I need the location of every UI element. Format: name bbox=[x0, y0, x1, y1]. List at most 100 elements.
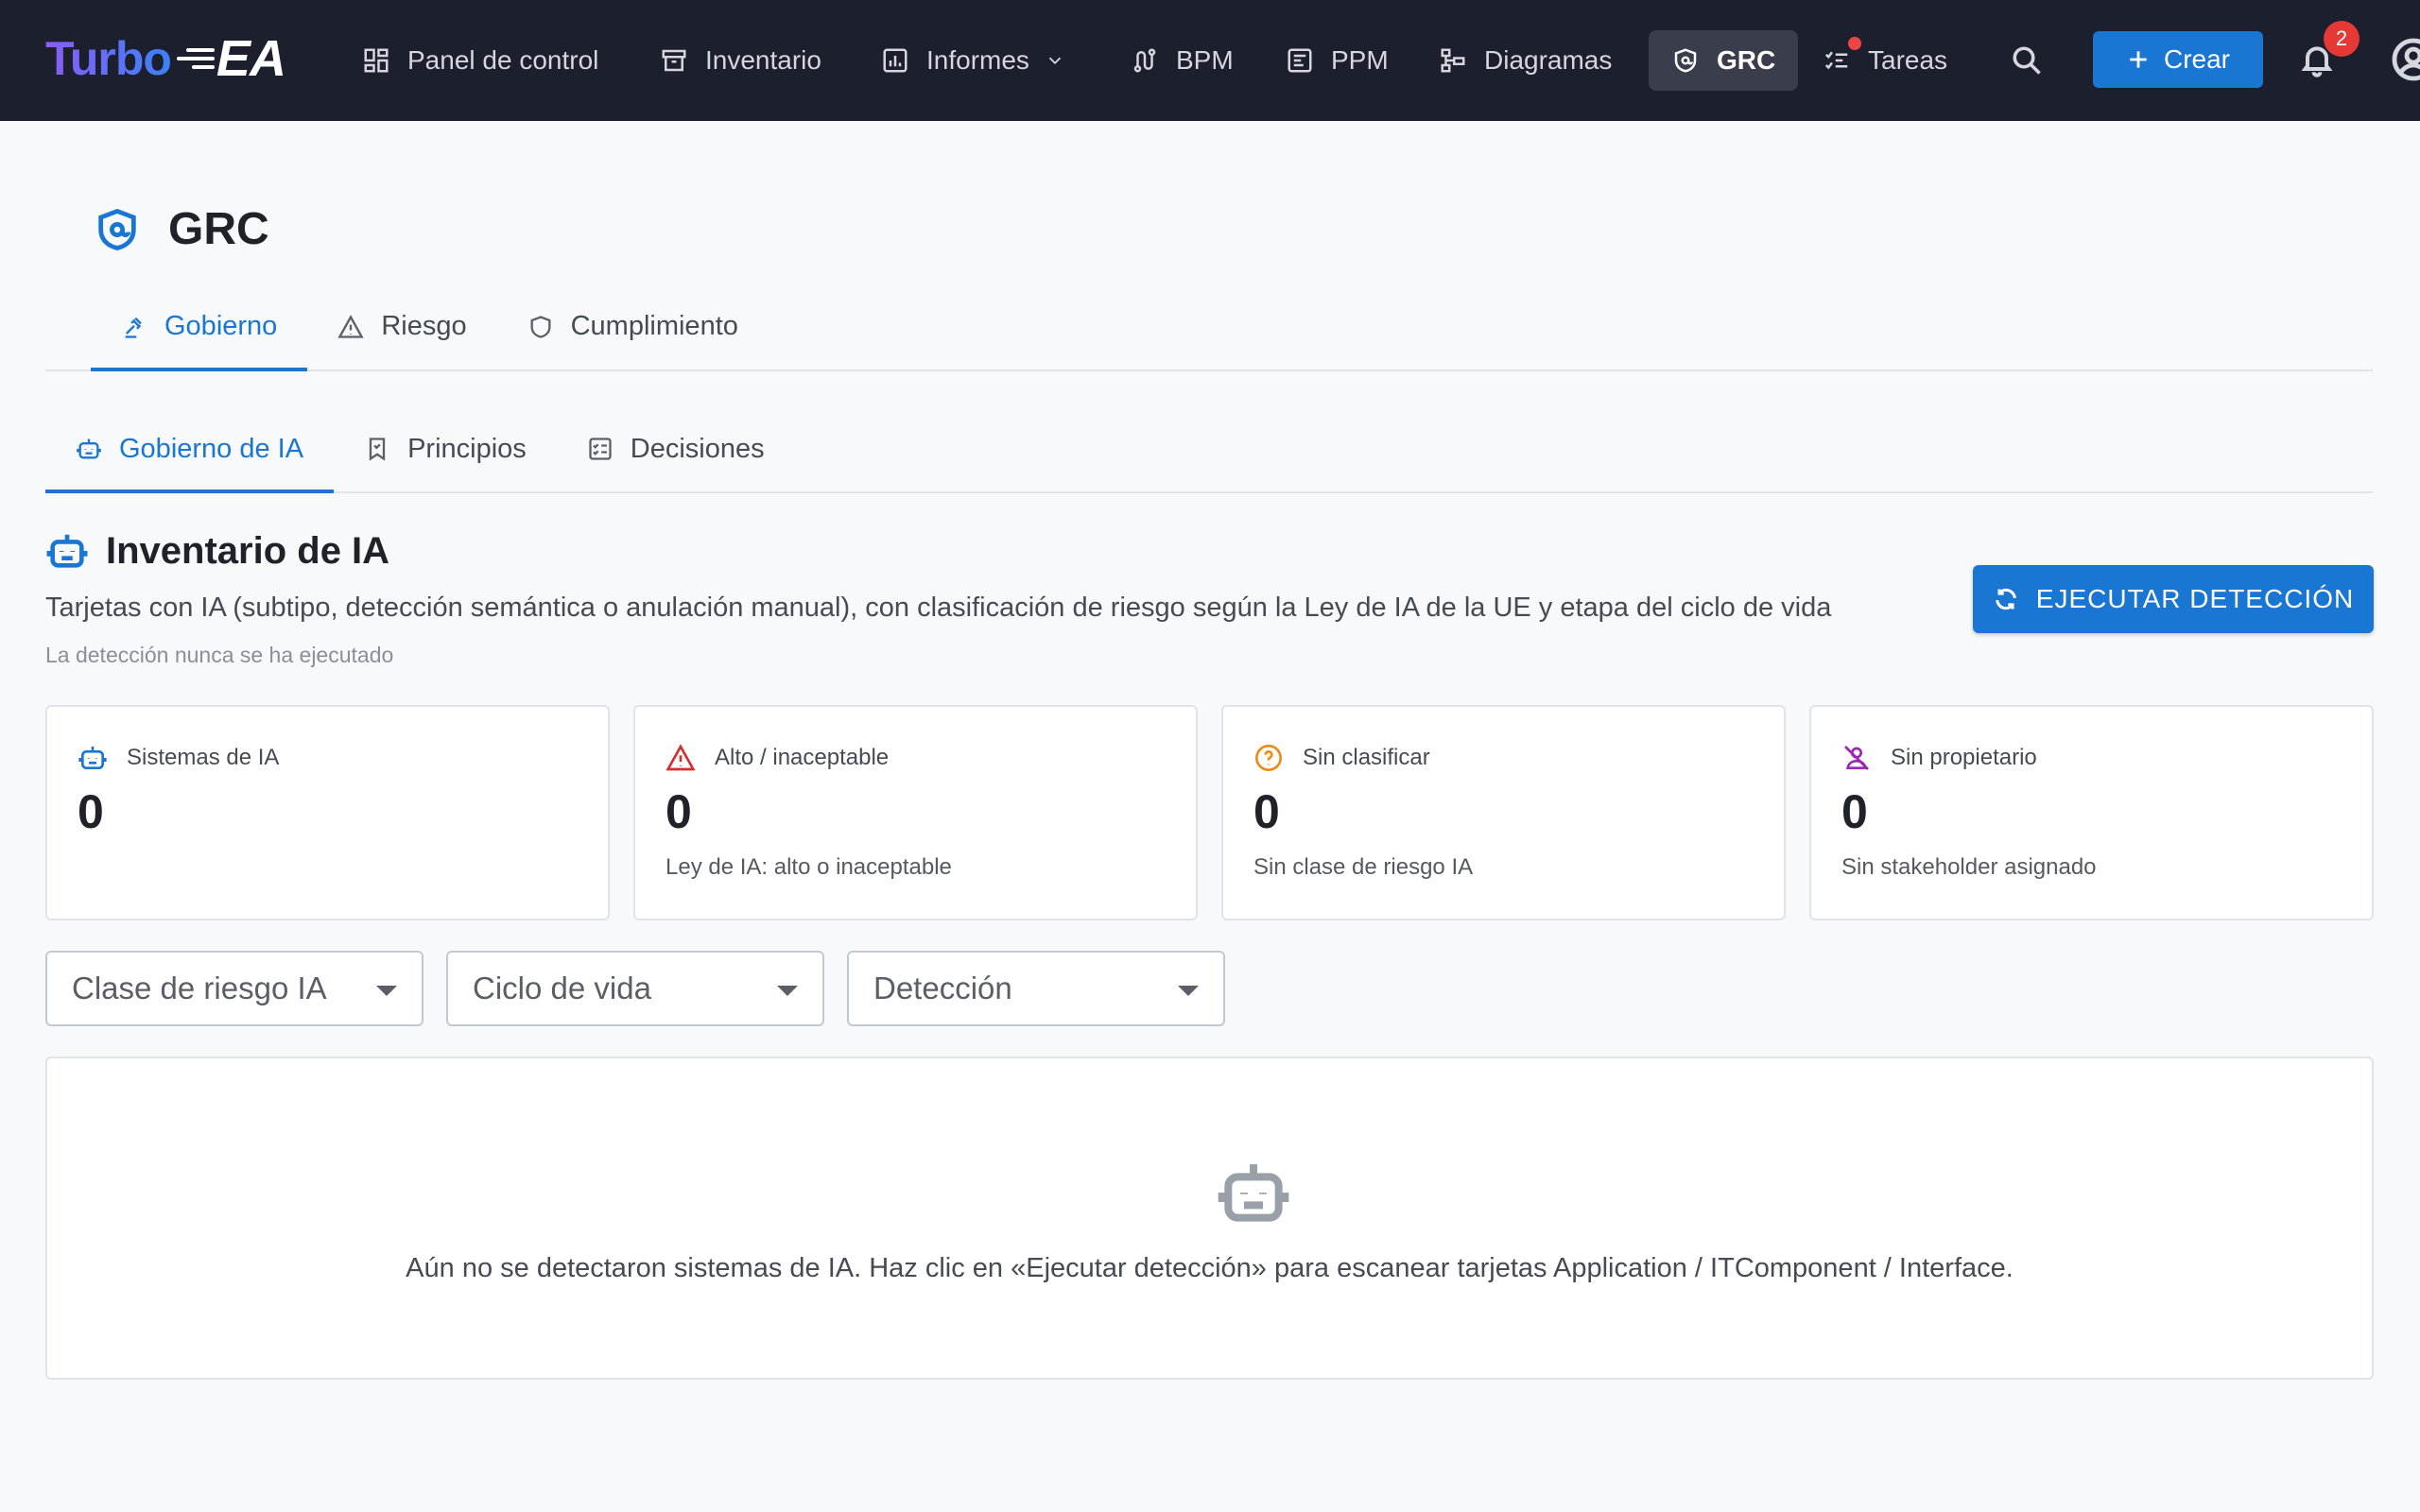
nav-label: Diagramas bbox=[1484, 45, 1613, 75]
kpi-card-unclassified: Sin clasificar 0 Sin clase de riesgo IA bbox=[1221, 705, 1786, 920]
nav-tareas[interactable]: Tareas bbox=[1823, 30, 1947, 91]
tab-riesgo[interactable]: Riesgo bbox=[307, 284, 496, 369]
kpi-label: Sistemas de IA bbox=[127, 745, 280, 770]
bar-chart-icon bbox=[883, 48, 908, 73]
checklist-box-icon bbox=[589, 438, 612, 460]
shield-icon bbox=[1674, 48, 1697, 73]
archive-icon bbox=[662, 49, 686, 72]
dropdown-arrow-icon bbox=[1178, 986, 1199, 996]
nav-label: BPM bbox=[1176, 45, 1234, 75]
nav-grc[interactable]: GRC bbox=[1649, 30, 1799, 91]
kpi-label: Alto / inaceptable bbox=[715, 745, 890, 770]
select-value: Clase de riesgo IA bbox=[72, 971, 327, 1005]
logo-speed-lines-icon bbox=[176, 44, 215, 73]
kpi-value: 0 bbox=[666, 785, 692, 838]
detection-filter[interactable]: Detección bbox=[847, 951, 1225, 1026]
nav-inventario[interactable]: Inventario bbox=[660, 30, 821, 91]
app-logo[interactable]: Turbo EA bbox=[45, 28, 286, 89]
create-button-label: Crear bbox=[2163, 44, 2230, 74]
governance-subtabs: Gobierno de IA Principios Decisiones bbox=[45, 406, 2373, 493]
notifications-badge: 2 bbox=[2324, 21, 2360, 57]
checklist-icon bbox=[1824, 51, 1848, 70]
tab-decisiones[interactable]: Decisiones bbox=[557, 406, 795, 491]
empty-state-message: Aún no se detectaron sistemas de IA. Haz… bbox=[406, 1253, 2014, 1283]
section-title: Inventario de IA bbox=[106, 529, 390, 572]
tab-gobierno-de-ia[interactable]: Gobierno de IA bbox=[45, 406, 335, 493]
section-description: Tarjetas con IA (subtipo, detección semá… bbox=[45, 593, 1832, 623]
kpi-subtitle: Sin clase de riesgo IA bbox=[1253, 854, 1474, 880]
kpi-card-ai-systems: Sistemas de IA 0 bbox=[45, 705, 610, 920]
diagram-icon bbox=[1441, 48, 1465, 73]
empty-state-panel: Aún no se detectaron sistemas de IA. Haz… bbox=[45, 1057, 2374, 1380]
robot-icon bbox=[78, 747, 107, 769]
warning-icon bbox=[337, 314, 364, 338]
shield-outline-icon bbox=[530, 315, 551, 338]
nav-bpm[interactable]: BPM bbox=[1131, 30, 1234, 91]
logo-ea-text: EA bbox=[216, 30, 286, 87]
tab-label: Gobierno bbox=[164, 311, 278, 341]
run-detection-button[interactable]: EJECUTAR DETECCIÓN bbox=[1973, 565, 2374, 633]
dropdown-arrow-icon bbox=[376, 986, 397, 996]
risk-class-filter[interactable]: Clase de riesgo IA bbox=[45, 951, 424, 1026]
robot-icon bbox=[1218, 1164, 1289, 1222]
search-button[interactable] bbox=[2004, 38, 2049, 83]
create-button[interactable]: Crear bbox=[2093, 31, 2263, 88]
help-circle-icon bbox=[1255, 745, 1282, 771]
nav-informes[interactable]: Informes bbox=[881, 30, 1065, 91]
tab-label: Riesgo bbox=[381, 311, 467, 341]
nav-label: Tareas bbox=[1868, 45, 1948, 75]
nav-label: Panel de control bbox=[407, 45, 599, 75]
grc-tabs: Gobierno Riesgo Cumplimiento bbox=[45, 284, 2373, 371]
top-navigation-bar: Turbo EA Panel de control Inventario Inf… bbox=[0, 0, 2420, 121]
kpi-subtitle: Sin stakeholder asignado bbox=[1841, 854, 2097, 880]
select-value: Ciclo de vida bbox=[473, 971, 651, 1005]
bookmark-icon bbox=[369, 438, 386, 461]
sync-icon bbox=[1995, 588, 2016, 610]
logo-turbo-text: Turbo bbox=[45, 32, 172, 85]
lifecycle-filter[interactable]: Ciclo de vida bbox=[446, 951, 824, 1026]
kpi-label: Sin clasificar bbox=[1303, 745, 1430, 770]
nav-label: Inventario bbox=[705, 45, 821, 75]
tasks-notification-dot bbox=[1848, 37, 1861, 50]
nav-label: PPM bbox=[1331, 45, 1389, 75]
section-header: Inventario de IA bbox=[45, 529, 389, 573]
nav-diagramas[interactable]: Diagramas bbox=[1439, 30, 1612, 91]
account-circle-icon bbox=[2392, 38, 2420, 81]
user-account-button[interactable] bbox=[2390, 36, 2420, 83]
dropdown-arrow-icon bbox=[777, 986, 798, 996]
page-title-text: GRC bbox=[168, 204, 269, 254]
warning-icon bbox=[666, 744, 696, 771]
kpi-card-high-risk: Alto / inaceptable 0 Ley de IA: alto o i… bbox=[633, 705, 1198, 920]
page-title: GRC bbox=[93, 203, 269, 255]
tab-label: Cumplimiento bbox=[570, 311, 738, 341]
person-off-icon bbox=[1844, 746, 1869, 770]
nav-label: Informes bbox=[926, 45, 1029, 75]
kpi-value: 0 bbox=[1841, 785, 1868, 838]
kpi-value: 0 bbox=[1253, 785, 1280, 838]
detection-status-note: La detección nunca se ha ejecutado bbox=[45, 643, 394, 667]
kpi-label: Sin propietario bbox=[1891, 745, 2037, 770]
nav-ppm[interactable]: PPM bbox=[1286, 30, 1389, 91]
robot-icon bbox=[46, 534, 88, 568]
tab-label: Decisiones bbox=[630, 433, 765, 464]
kpi-value: 0 bbox=[78, 785, 104, 838]
nav-panel-de-control[interactable]: Panel de control bbox=[362, 30, 598, 91]
search-icon bbox=[2013, 46, 2041, 75]
robot-icon bbox=[77, 438, 101, 459]
nav-label: GRC bbox=[1717, 45, 1776, 75]
select-value: Detección bbox=[873, 971, 1012, 1005]
route-icon bbox=[1133, 48, 1156, 73]
chevron-down-icon bbox=[1048, 57, 1062, 65]
dashboard-icon bbox=[364, 48, 389, 73]
plus-icon bbox=[2130, 51, 2147, 68]
gavel-icon bbox=[125, 317, 142, 338]
kpi-subtitle: Ley de IA: alto o inaceptable bbox=[666, 854, 952, 880]
tab-cumplimiento[interactable]: Cumplimiento bbox=[497, 284, 769, 369]
tab-principios[interactable]: Principios bbox=[334, 406, 557, 491]
kpi-card-no-owner: Sin propietario 0 Sin stakeholder asigna… bbox=[1809, 705, 2374, 920]
shield-icon bbox=[98, 208, 136, 250]
tab-label: Gobierno de IA bbox=[119, 433, 304, 464]
run-detection-label: EJECUTAR DETECCIÓN bbox=[2035, 584, 2355, 613]
tab-label: Principios bbox=[407, 433, 527, 464]
tab-gobierno[interactable]: Gobierno bbox=[91, 284, 308, 371]
